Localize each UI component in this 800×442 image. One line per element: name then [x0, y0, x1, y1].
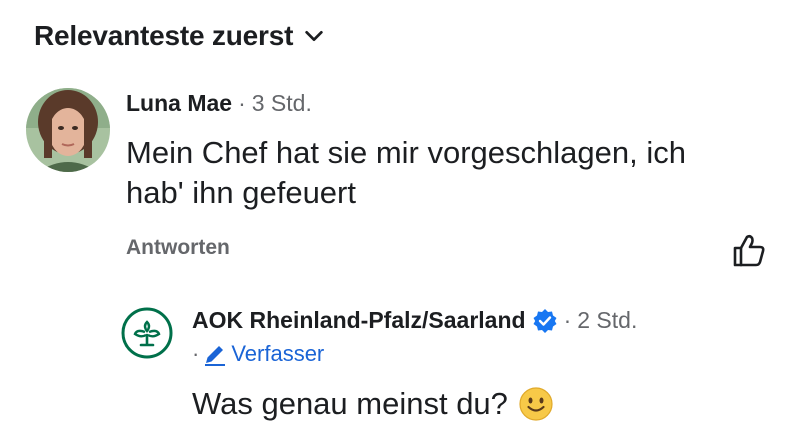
meta-separator: ·	[563, 307, 572, 333]
reply-timestamp[interactable]: 2 Std.	[577, 307, 637, 334]
comment-text: Mein Chef hat sie mir vorgeschlagen, ich…	[126, 135, 686, 210]
meta-separator: ·	[238, 90, 246, 116]
reply-meta: AOK Rheinland-Pfalz/Saarland · 2 Std.	[192, 307, 637, 334]
chevron-down-icon	[305, 30, 323, 42]
comment-author[interactable]: Luna Mae	[126, 90, 232, 117]
reply-text-row: Was genau meinst du?	[192, 386, 554, 422]
reply-button[interactable]: Antworten	[126, 236, 230, 260]
pencil-icon	[205, 346, 226, 366]
aok-logo-avatar[interactable]	[121, 307, 173, 359]
reply-author[interactable]: AOK Rheinland-Pfalz/Saarland	[192, 307, 526, 334]
slightly-smiling-face-icon	[519, 387, 553, 421]
sort-dropdown[interactable]: Relevanteste zuerst	[34, 20, 325, 52]
badge-separator: ·	[192, 341, 200, 366]
comment-meta: Luna Mae · 3 Std.	[126, 90, 312, 117]
comment-timestamp[interactable]: 3 Std.	[252, 90, 312, 117]
comment-thread: Relevanteste zuerst Luna Mae · 3 Std. Me…	[0, 0, 800, 442]
sort-label: Relevanteste zuerst	[34, 20, 294, 51]
thumbs-up-outline-icon[interactable]	[731, 232, 767, 268]
author-badge: · Verfasser	[192, 341, 324, 367]
avatar[interactable]	[26, 88, 110, 172]
reply-text: Was genau meinst du?	[192, 386, 508, 421]
author-badge-label: Verfasser	[231, 341, 325, 366]
verified-badge-icon	[533, 308, 557, 333]
